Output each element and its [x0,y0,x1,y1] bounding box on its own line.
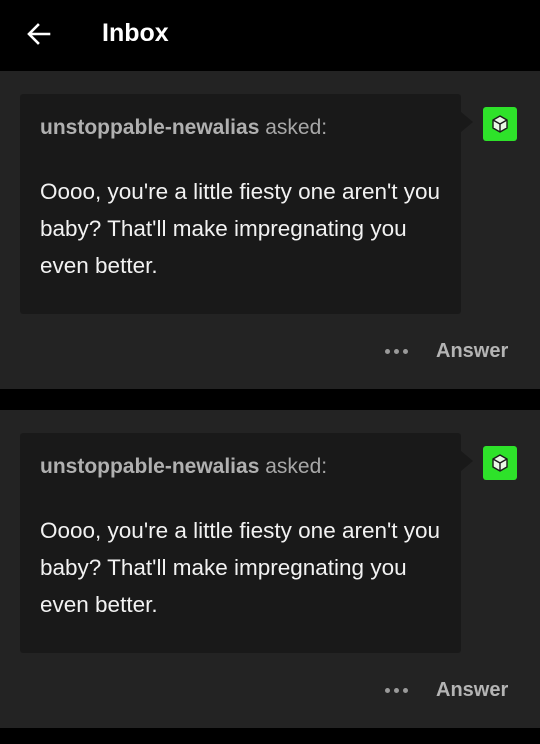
more-options-button[interactable] [378,339,414,363]
question-bubble: unstoppable-newalias asked: Oooo, you're… [20,433,461,653]
more-options-button[interactable] [378,678,414,702]
asker-username-link[interactable]: unstoppable-newalias [40,455,259,478]
app-header: Inbox [0,0,540,68]
asker-line: unstoppable-newalias asked: [40,114,327,142]
bubble-tail [461,451,473,471]
asked-label: asked: [265,455,328,478]
asker-avatar[interactable] [483,107,517,141]
question-bubble: unstoppable-newalias asked: Oooo, you're… [20,94,461,314]
asked-label: asked: [265,116,328,139]
question-text: Oooo, you're a little fiesty one aren't … [40,179,441,278]
ask-card: unstoppable-newalias asked: Oooo, you're… [0,410,540,728]
cube-avatar-icon [492,454,508,472]
arrow-left-icon [27,23,51,45]
question-text: Oooo, you're a little fiesty one aren't … [40,518,441,617]
answer-button[interactable]: Answer [436,676,508,704]
bubble-tail [461,112,473,132]
asker-username-link[interactable]: unstoppable-newalias [40,116,259,139]
ask-card: unstoppable-newalias asked: Oooo, you're… [0,71,540,389]
more-dots-icon [384,348,408,354]
answer-button[interactable]: Answer [436,337,508,365]
asker-avatar[interactable] [483,446,517,480]
asker-line: unstoppable-newalias asked: [40,453,327,481]
cube-avatar-icon [492,115,508,133]
more-dots-icon [384,687,408,693]
back-button[interactable] [18,14,60,54]
page-title: Inbox [102,19,169,47]
